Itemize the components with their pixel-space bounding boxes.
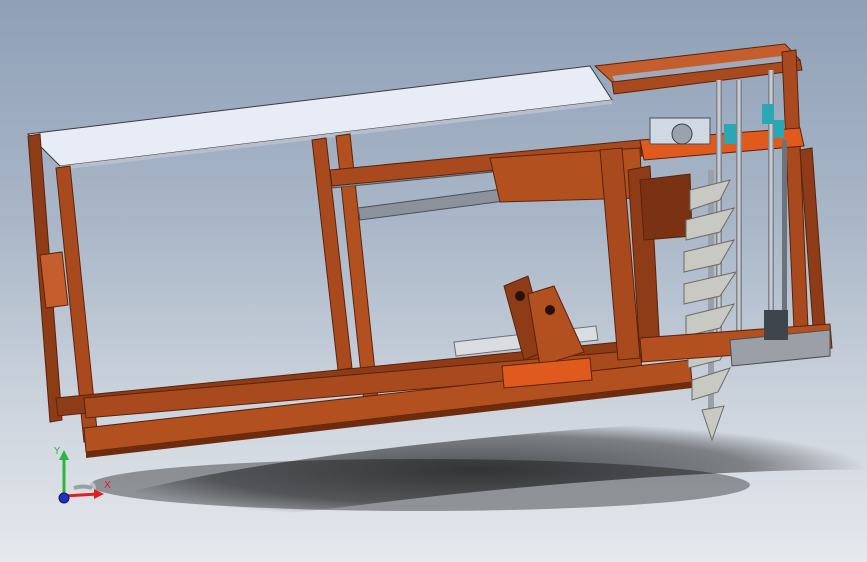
model-shadow-core (90, 459, 750, 511)
bushing-1 (724, 124, 736, 144)
bushing-2 (762, 104, 774, 124)
drive-unit (764, 310, 788, 340)
guide-rod-2 (736, 80, 742, 342)
mast-box (639, 173, 693, 241)
model-render[interactable] (0, 0, 867, 562)
x-axis-label: X (104, 480, 111, 491)
y-axis-label: Y (53, 446, 61, 457)
cad-viewport[interactable]: Y X (0, 0, 867, 562)
hitch-pin-hole-2 (545, 305, 555, 315)
x-axis-icon (63, 492, 99, 498)
lead-screw (782, 140, 787, 330)
z-axis-icon (58, 492, 70, 504)
steel-arm-lower (357, 187, 513, 221)
auger-drill (683, 170, 738, 442)
motor-gear (671, 123, 693, 145)
bushing-3 (774, 120, 784, 138)
orientation-triad[interactable]: Y X (40, 436, 120, 516)
hitch-pin-hole-1 (515, 291, 525, 301)
